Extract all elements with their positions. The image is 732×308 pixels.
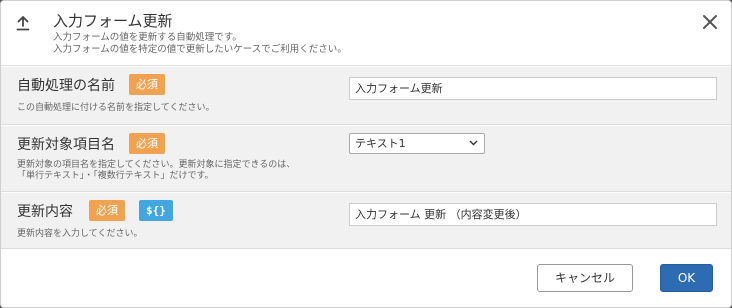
dialog-description: 入力フォームの値を更新する自動処理です。 入力フォームの値を特定の値で更新したい… [53,32,347,56]
ok-button[interactable]: OK [660,264,713,292]
field-row-automation-name: 自動処理の名前 必須 この自動処理に付ける名前を指定してください。 入力フォーム… [1,67,731,125]
upload-icon [16,16,30,31]
field-label: 更新対象項目名 [17,137,115,153]
required-badge: 必須 [89,200,125,221]
field-help-line: 更新対象の項目名を指定してください。更新対象に指定できるのは、 [17,160,296,170]
field-help: 更新対象の項目名を指定してください。更新対象に指定できるのは、 「単行テキスト」… [17,160,295,182]
dialog-footer: キャンセル OK [1,250,731,307]
dialog-description-line: 入力フォームの値を更新する自動処理です。 [53,32,242,43]
dialog-header: 入力フォーム更新 入力フォームの値を更新する自動処理です。 入力フォームの値を特… [1,1,731,66]
automation-name-input[interactable]: 入力フォーム更新 [349,77,717,100]
close-icon[interactable] [701,13,719,31]
target-item-select[interactable]: テキスト1 [349,133,485,154]
dialog-title: 入力フォーム更新 [53,12,173,30]
update-content-input[interactable]: 入力フォーム 更新 （内容変更後） [349,203,717,226]
update-form-dialog: 入力フォーム更新 入力フォームの値を更新する自動処理です。 入力フォームの値を特… [0,0,732,308]
chevron-down-icon [469,140,478,146]
cancel-button[interactable]: キャンセル [537,264,633,292]
dialog-description-line: 入力フォームの値を特定の値で更新したいケースでご利用ください。 [53,44,347,55]
field-label: 自動処理の名前 [17,78,115,94]
target-item-selected: テキスト1 [355,137,406,150]
field-row-update-content: 更新内容 必須 ${} 更新内容を入力してください。 入力フォーム 更新 （内容… [1,193,731,249]
field-help: 更新内容を入力してください。 [17,229,143,239]
required-badge: 必須 [129,74,165,95]
required-badge: 必須 [129,133,165,154]
field-help: この自動処理に付ける名前を指定してください。 [17,103,215,113]
field-help-line: 「単行テキスト」・「複数行テキスト」だけです。 [17,171,214,181]
field-label: 更新内容 [17,204,73,220]
field-row-target-item: 更新対象項目名 必須 更新対象の項目名を指定してください。更新対象に指定できるの… [1,126,731,192]
variable-insert-button[interactable]: ${} [139,200,173,221]
